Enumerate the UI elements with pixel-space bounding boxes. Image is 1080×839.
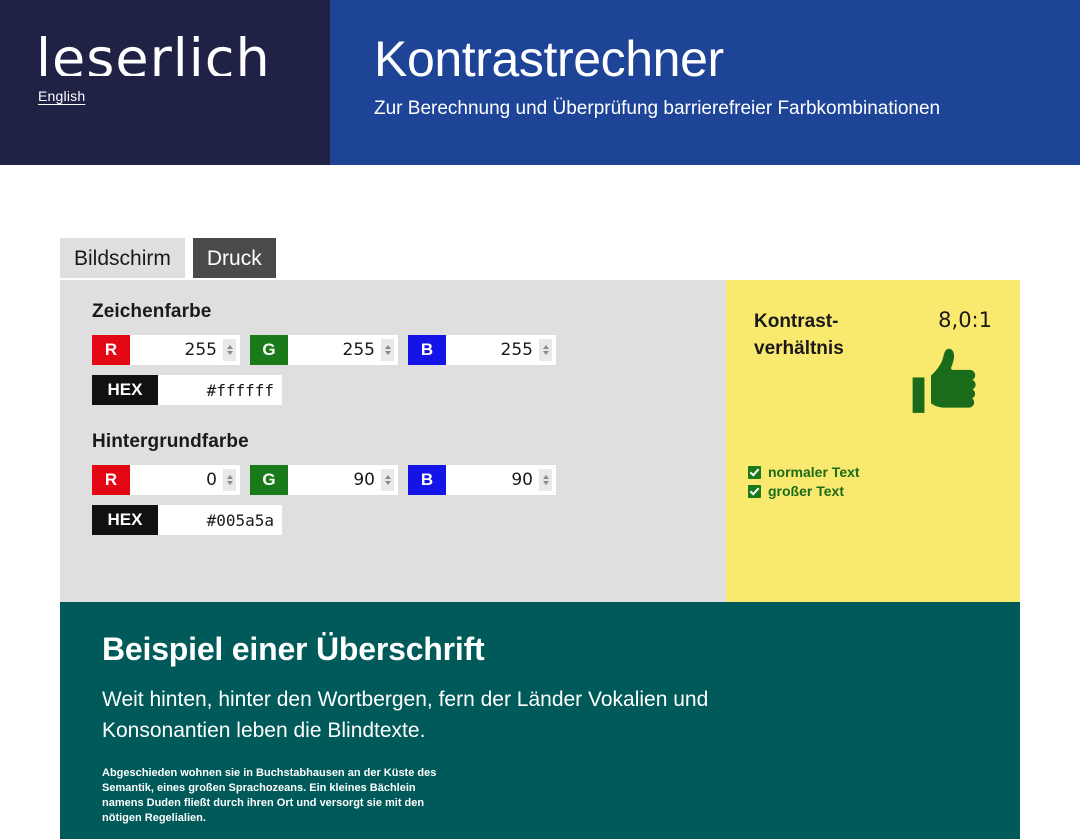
- background-r-stepper[interactable]: [223, 469, 236, 491]
- background-hex-value: #005a5a: [206, 510, 274, 530]
- brand-panel: leserlich English: [0, 0, 330, 165]
- chevron-up-icon: [542, 475, 549, 479]
- contrast-ratio-value: 8,0:1: [938, 308, 992, 332]
- chevron-up-icon: [384, 475, 391, 479]
- background-b-value: 90: [511, 470, 533, 490]
- color-inputs-panel: Zeichenfarbe R 255 G 255 B 255 HEX #ffff…: [60, 280, 726, 602]
- check-normal-text-label: normaler Text: [768, 464, 860, 480]
- chevron-down-icon: [226, 481, 233, 485]
- checkbox-checked-icon[interactable]: [748, 484, 761, 498]
- background-hex-row: HEX #005a5a: [92, 505, 726, 535]
- foreground-g-stepper[interactable]: [381, 339, 394, 361]
- check-large-text-label: großer Text: [768, 483, 844, 499]
- page-header: leserlich English Kontrastrechner Zur Be…: [0, 0, 1080, 165]
- foreground-b-input[interactable]: 255: [446, 335, 556, 365]
- foreground-group-title: Zeichenfarbe: [92, 301, 212, 322]
- foreground-g-field: G 255: [250, 335, 398, 365]
- calculator-panels: Zeichenfarbe R 255 G 255 B 255 HEX #ffff…: [60, 280, 1020, 602]
- background-g-input[interactable]: 90: [288, 465, 398, 495]
- foreground-rgb-row: R 255 G 255 B 255: [92, 335, 726, 365]
- thumbs-up-icon: [912, 348, 976, 413]
- chevron-down-icon: [384, 481, 391, 485]
- background-rgb-row: R 0 G 90 B 90: [92, 465, 726, 495]
- preview-body-text: Weit hinten, hinter den Wortbergen, fern…: [102, 688, 709, 742]
- contrast-result-panel: Kontrast- verhältnis 8,0:1 normaler Text…: [726, 280, 1020, 602]
- background-b-input[interactable]: 90: [446, 465, 556, 495]
- language-switch-link[interactable]: English: [38, 88, 85, 104]
- channel-label-r: R: [92, 335, 130, 365]
- tab-druck[interactable]: Druck: [192, 238, 276, 278]
- page-title: Kontrastrechner: [374, 31, 724, 87]
- background-group-title: Hintergrundfarbe: [92, 431, 249, 452]
- channel-label-b: B: [408, 465, 446, 495]
- background-g-value: 90: [353, 470, 375, 490]
- chevron-down-icon: [542, 351, 549, 355]
- background-g-field: G 90: [250, 465, 398, 495]
- check-large-text[interactable]: großer Text: [748, 483, 860, 499]
- background-b-stepper[interactable]: [539, 469, 552, 491]
- chevron-up-icon: [542, 345, 549, 349]
- chevron-down-icon: [384, 351, 391, 355]
- preview-small-text: Abgeschieden wohnen sie in Buchstabhause…: [102, 767, 437, 824]
- channel-label-b: B: [408, 335, 446, 365]
- contrast-ratio-label-line2: verhältnis: [754, 338, 844, 359]
- background-g-stepper[interactable]: [381, 469, 394, 491]
- wcag-checks: normaler Text großer Text: [748, 464, 860, 502]
- tab-bildschirm[interactable]: Bildschirm: [60, 238, 185, 278]
- foreground-hex-row: HEX #ffffff: [92, 375, 726, 405]
- title-panel: Kontrastrechner Zur Berechnung und Überp…: [330, 0, 1080, 165]
- background-b-field: B 90: [408, 465, 556, 495]
- page-subtitle: Zur Berechnung und Überprüfung barrieref…: [374, 98, 941, 119]
- channel-label-r: R: [92, 465, 130, 495]
- checkbox-checked-icon[interactable]: [748, 465, 761, 479]
- foreground-b-value: 255: [500, 340, 533, 360]
- chevron-up-icon: [226, 345, 233, 349]
- background-r-value: 0: [206, 470, 217, 490]
- background-hex-input[interactable]: #005a5a: [158, 505, 282, 535]
- background-r-field: R 0: [92, 465, 240, 495]
- logo-wordmark: leserlich: [36, 36, 271, 76]
- foreground-b-stepper[interactable]: [539, 339, 552, 361]
- chevron-down-icon: [226, 351, 233, 355]
- chevron-up-icon: [226, 475, 233, 479]
- foreground-r-value: 255: [184, 340, 217, 360]
- foreground-hex-input[interactable]: #ffffff: [158, 375, 282, 405]
- channel-label-g: G: [250, 465, 288, 495]
- background-r-input[interactable]: 0: [130, 465, 240, 495]
- foreground-b-field: B 255: [408, 335, 556, 365]
- color-preview-section: Beispiel einer Überschrift Weit hinten, …: [60, 602, 1020, 839]
- contrast-ratio-label: Kontrast- verhältnis: [754, 308, 894, 362]
- mode-tabs: Bildschirm Druck: [60, 238, 276, 278]
- foreground-r-field: R 255: [92, 335, 240, 365]
- chevron-down-icon: [542, 481, 549, 485]
- check-normal-text[interactable]: normaler Text: [748, 464, 860, 480]
- foreground-g-value: 255: [342, 340, 375, 360]
- chevron-up-icon: [384, 345, 391, 349]
- foreground-r-stepper[interactable]: [223, 339, 236, 361]
- channel-label-hex: HEX: [92, 375, 158, 405]
- logo[interactable]: leserlich: [36, 36, 286, 76]
- channel-label-hex: HEX: [92, 505, 158, 535]
- foreground-r-input[interactable]: 255: [130, 335, 240, 365]
- contrast-ratio-label-line1: Kontrast-: [754, 311, 839, 332]
- preview-heading: Beispiel einer Überschrift: [102, 631, 485, 667]
- background-hex-field: HEX #005a5a: [92, 505, 282, 535]
- channel-label-g: G: [250, 335, 288, 365]
- foreground-hex-value: #ffffff: [206, 380, 274, 400]
- foreground-g-input[interactable]: 255: [288, 335, 398, 365]
- foreground-hex-field: HEX #ffffff: [92, 375, 282, 405]
